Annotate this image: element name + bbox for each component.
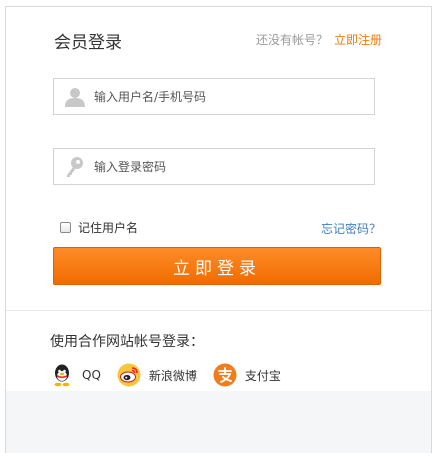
weibo-icon [117, 363, 141, 387]
forgot-password-link[interactable]: 忘记密码？ [321, 220, 381, 237]
no-account-text: 还没有帐号？ [255, 33, 328, 47]
password-input[interactable] [94, 149, 364, 184]
user-icon [65, 88, 85, 107]
page-title: 会员登录 [54, 33, 122, 53]
qq-label: QQ [82, 368, 101, 382]
qq-icon [54, 364, 70, 387]
remember-username[interactable]: 记住用户名 [60, 219, 138, 236]
divider [6, 310, 431, 311]
alipay-icon [213, 363, 237, 387]
alipay-label: 支付宝 [244, 368, 281, 383]
login-button[interactable]: 立即登录 [53, 247, 381, 285]
third-party-title: 使用合作网站帐号登录： [50, 334, 204, 350]
key-icon [67, 157, 83, 177]
username-field[interactable] [53, 78, 375, 115]
alipay-login[interactable]: 支付宝 [213, 363, 281, 387]
register-link[interactable]: 立即注册 [334, 33, 382, 47]
remember-label: 记住用户名 [78, 221, 139, 235]
qq-login[interactable]: QQ [50, 363, 101, 387]
login-card: 会员登录 还没有帐号？ 立即注册 记住用户名 忘记密码？ 立即登录 使用合作网站帐… [5, 6, 432, 453]
weibo-label: 新浪微博 [148, 368, 197, 383]
register-prompt: 还没有帐号？ 立即注册 [256, 31, 382, 48]
third-party-providers: QQ 新浪微博 支付宝 [50, 361, 297, 389]
footer-area [6, 391, 431, 453]
remember-checkbox[interactable] [60, 222, 71, 233]
username-input[interactable] [94, 79, 364, 114]
password-field[interactable] [53, 148, 375, 185]
weibo-login[interactable]: 新浪微博 [117, 363, 197, 387]
